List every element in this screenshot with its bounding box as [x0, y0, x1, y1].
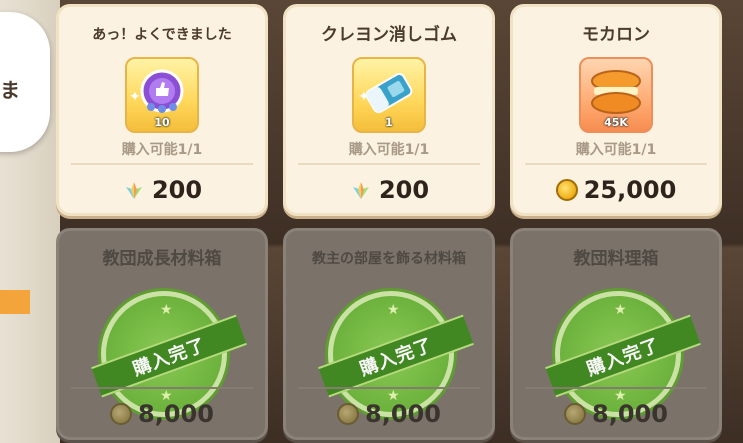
item-title: モカロン [582, 25, 650, 45]
divider [71, 163, 253, 165]
purchase-limit: 購入可能1/1 [348, 142, 430, 158]
star-icon: ★ [387, 302, 400, 318]
star-icon: ★ [160, 302, 173, 318]
item-quantity: 45K [604, 116, 628, 129]
shop-item-card: 教主の部屋を飾る材料箱 ★ ★ 購入完了 8,000 [283, 228, 495, 440]
divider [525, 387, 707, 389]
speech-bubble-text: ま [0, 78, 20, 102]
price-value: 8,000 [138, 400, 214, 428]
shop-item-card: 教団料理箱 ★ ★ 購入完了 8,000 [510, 228, 722, 440]
price-value: 8,000 [365, 400, 441, 428]
stamp-label: 購入完了 [545, 314, 701, 398]
price-button[interactable]: 200 [59, 171, 265, 209]
price-value: 200 [151, 176, 203, 204]
shop-item-card[interactable]: あっ！よくできました ✦ 10 購入可能1/1 200 [56, 4, 268, 216]
purchase-limit: 購入可能1/1 [575, 142, 657, 158]
item-title: あっ！よくできました [92, 26, 232, 43]
item-icon-frame: ✦ 1 [352, 57, 426, 133]
gold-coin-icon [110, 403, 133, 425]
price-value: 25,000 [583, 176, 677, 204]
price-button[interactable]: 25,000 [513, 171, 719, 209]
mocaron-icon [591, 70, 641, 114]
item-icon-frame: 45K [579, 57, 653, 133]
price-display: 8,000 [59, 395, 265, 433]
divider [298, 387, 480, 389]
item-title: クレヨン消しゴム [321, 25, 457, 45]
price-display: 8,000 [286, 395, 492, 433]
shop-item-card[interactable]: クレヨン消しゴム ✦ 1 購入可能1/1 200 [283, 4, 495, 216]
price-value: 200 [378, 176, 430, 204]
item-title: 教団料理箱 [573, 249, 659, 269]
speech-bubble: ま [0, 12, 50, 152]
leaf-crystal-icon [125, 182, 142, 199]
sparkle-icon: ✦ [129, 89, 141, 105]
divider [71, 387, 253, 389]
price-display: 8,000 [513, 395, 719, 433]
gold-coin-icon [564, 403, 587, 425]
price-button[interactable]: 200 [286, 171, 492, 209]
item-quantity: 10 [154, 116, 170, 129]
stamp-label: 購入完了 [91, 314, 247, 398]
gold-coin-icon [337, 403, 360, 425]
background-object [0, 290, 30, 314]
price-value: 8,000 [592, 400, 668, 428]
stamp-label: 購入完了 [318, 314, 474, 398]
shop-item-card[interactable]: モカロン 45K 購入可能1/1 25,000 [510, 4, 722, 216]
item-title: 教団成長材料箱 [102, 249, 222, 269]
star-icon: ★ [614, 302, 627, 318]
shop-item-card: 教団成長材料箱 ★ ★ 購入完了 8,000 [56, 228, 268, 440]
sparkle-icon: ✦ [358, 89, 370, 105]
divider [298, 163, 480, 165]
divider [525, 163, 707, 165]
item-icon-frame: ✦ 10 [125, 57, 199, 133]
gold-coin-icon [555, 179, 578, 201]
item-title: 教主の部屋を飾る材料箱 [312, 250, 466, 267]
item-quantity: 1 [385, 116, 393, 129]
purchase-limit: 購入可能1/1 [121, 142, 203, 158]
leaf-crystal-icon [352, 182, 369, 199]
